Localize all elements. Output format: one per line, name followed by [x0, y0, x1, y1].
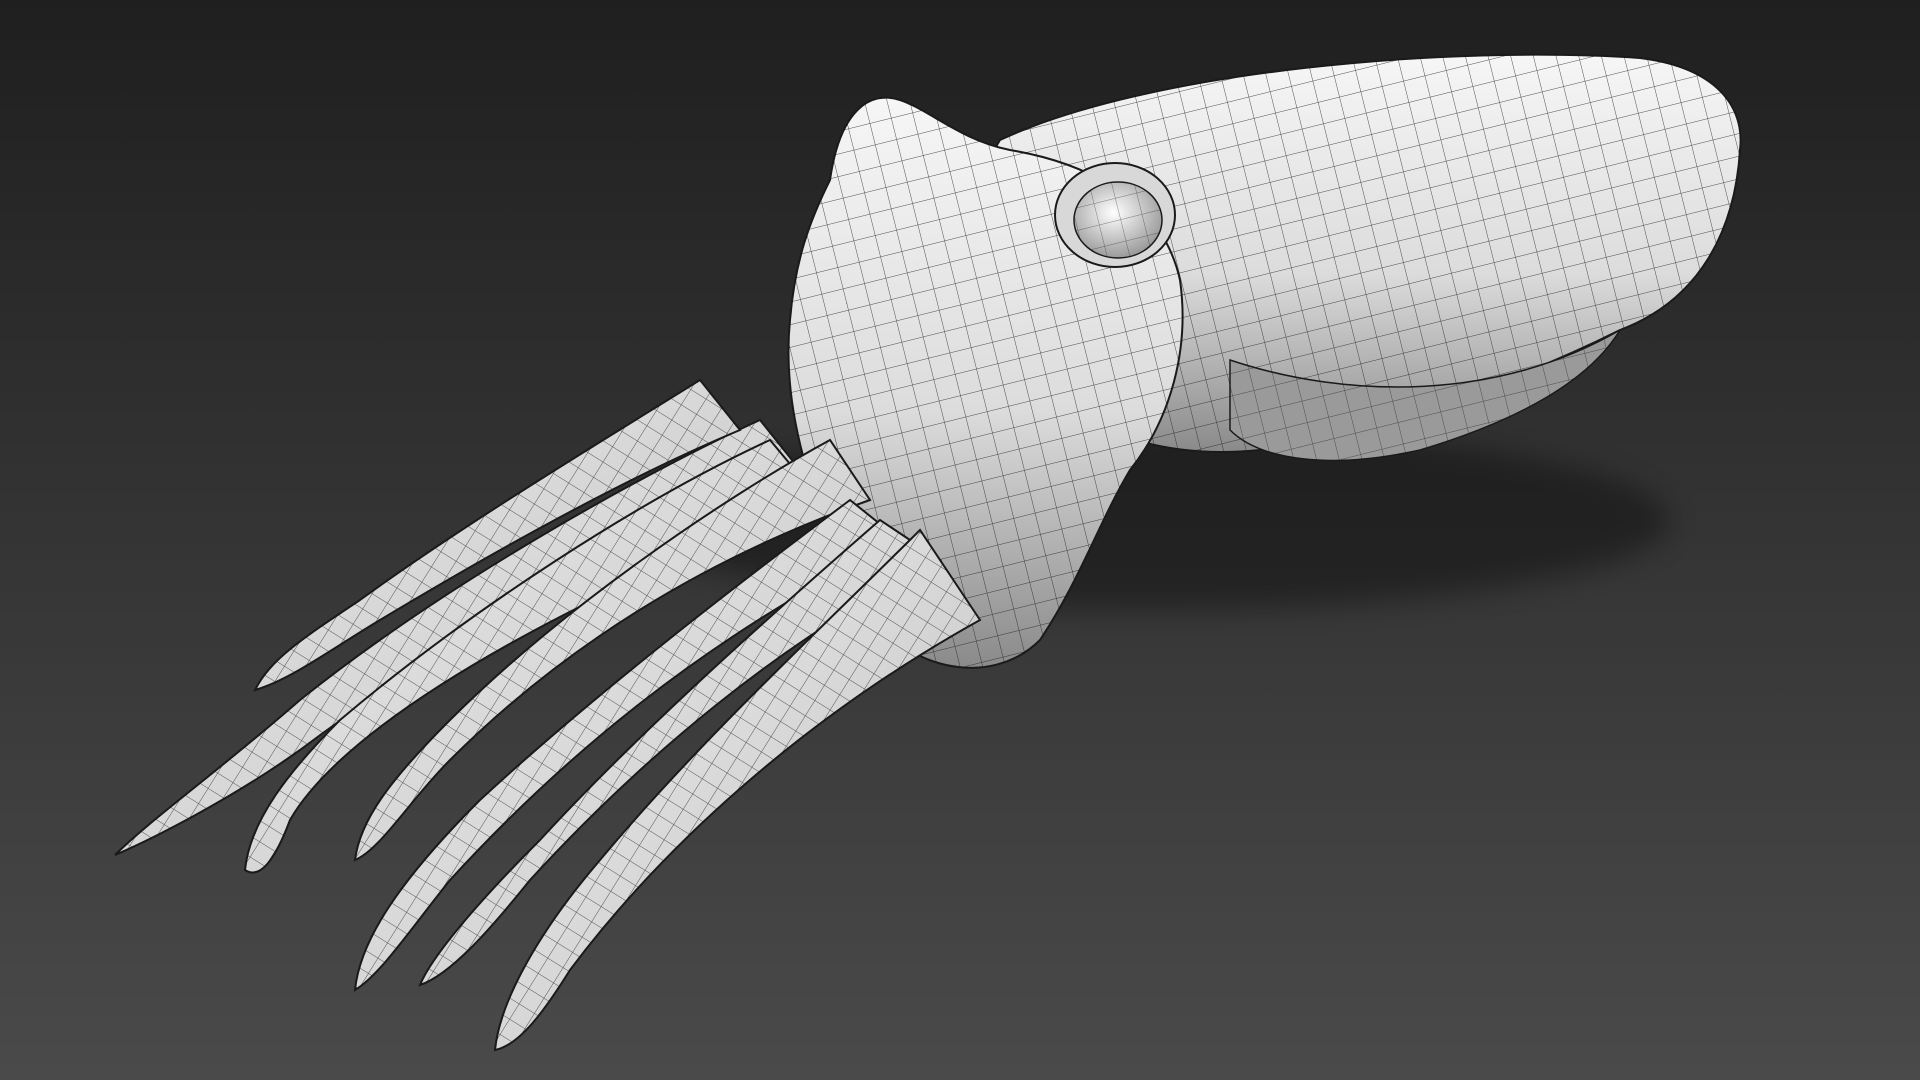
- 3d-viewport[interactable]: [0, 0, 1920, 1080]
- eye: [1054, 162, 1176, 268]
- viewport-canvas[interactable]: [0, 0, 1920, 1080]
